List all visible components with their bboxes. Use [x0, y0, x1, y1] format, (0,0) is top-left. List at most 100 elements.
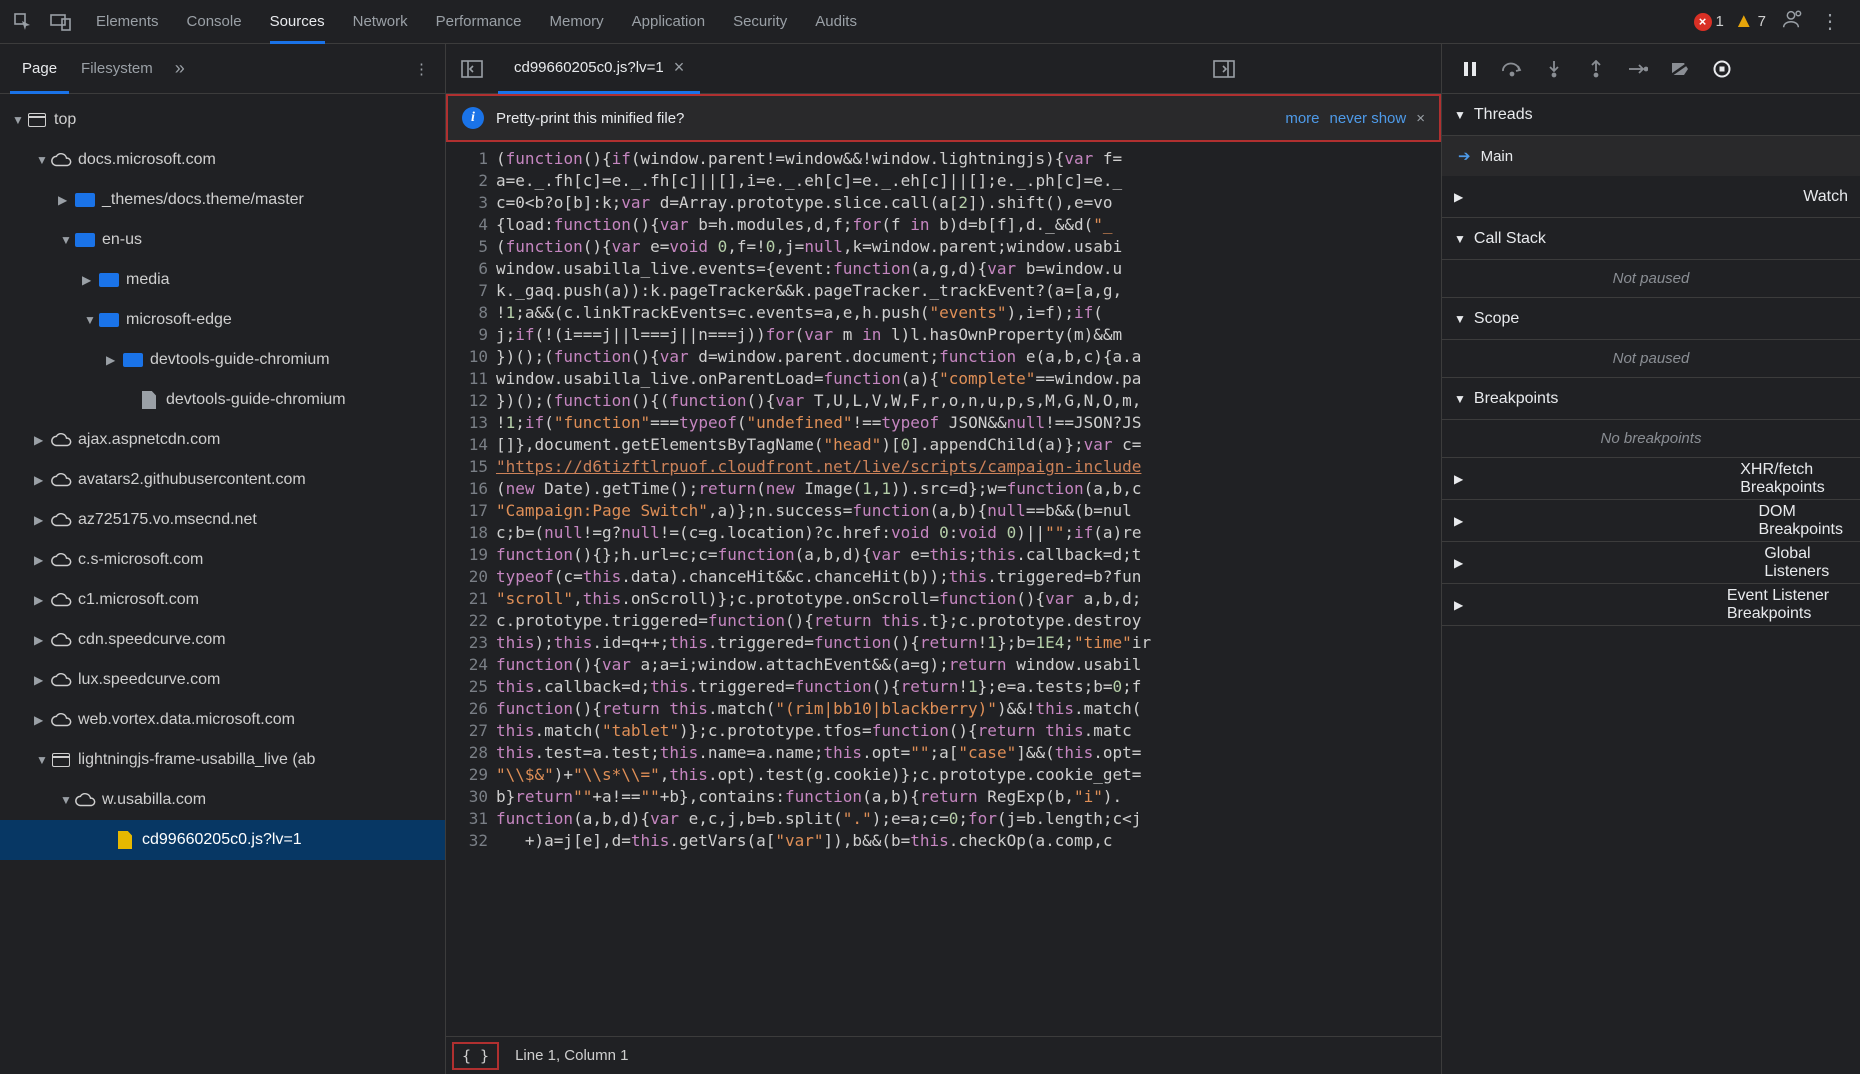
tree-item-label: devtools-guide-chromium — [166, 391, 346, 409]
expand-arrow-icon[interactable] — [34, 593, 50, 607]
section-global-label: Global Listeners — [1764, 545, 1848, 581]
expand-arrow-icon[interactable] — [58, 793, 74, 807]
toggle-debugger-icon[interactable] — [1015, 51, 1433, 87]
expand-arrow-icon[interactable] — [106, 353, 122, 367]
tree-item-label: cd99660205c0.js?lv=1 — [142, 831, 302, 849]
tab-security[interactable]: Security — [733, 0, 787, 44]
more-tabs-icon[interactable]: » — [165, 58, 195, 79]
expand-arrow-icon[interactable] — [58, 233, 74, 247]
tab-application[interactable]: Application — [632, 0, 705, 44]
tree-item[interactable]: media — [0, 260, 445, 300]
expand-arrow-icon[interactable] — [34, 633, 50, 647]
deactivate-breakpoints-icon[interactable] — [1666, 55, 1694, 83]
navigator-panel: Page Filesystem » ⋮ topdocs.microsoft.co… — [0, 44, 446, 1074]
tree-item[interactable]: lux.speedcurve.com — [0, 660, 445, 700]
file-tree: topdocs.microsoft.com _themes/docs.theme/… — [0, 94, 445, 1074]
tree-item-label: devtools-guide-chromium — [150, 351, 330, 369]
pretty-close-icon[interactable]: × — [1416, 110, 1425, 127]
section-breakpoints[interactable]: Breakpoints — [1442, 378, 1860, 420]
tab-console[interactable]: Console — [187, 0, 242, 44]
tree-item[interactable]: devtools-guide-chromium — [0, 380, 445, 420]
tree-item[interactable]: w.usabilla.com — [0, 780, 445, 820]
tab-performance[interactable]: Performance — [436, 0, 522, 44]
tree-item[interactable]: ajax.aspnetcdn.com — [0, 420, 445, 460]
left-tab-page[interactable]: Page — [10, 44, 69, 94]
expand-arrow-icon[interactable] — [34, 513, 50, 527]
tree-item[interactable]: web.vortex.data.microsoft.com — [0, 700, 445, 740]
section-watch[interactable]: Watch — [1442, 176, 1860, 218]
file-tab[interactable]: cd99660205c0.js?lv=1 × — [498, 44, 700, 94]
expand-arrow-icon[interactable] — [34, 473, 50, 487]
expand-arrow-icon[interactable] — [34, 713, 50, 727]
debugger-panel: Threads ➔ Main Watch Call Stack Not paus… — [1442, 44, 1860, 1074]
tree-item-label: en-us — [102, 231, 142, 249]
device-toggle-icon[interactable] — [46, 7, 76, 37]
expand-arrow-icon[interactable] — [34, 673, 50, 687]
expand-arrow-icon[interactable] — [34, 753, 50, 767]
tab-elements[interactable]: Elements — [96, 0, 159, 44]
section-scope-label: Scope — [1474, 310, 1519, 328]
section-threads[interactable]: Threads — [1442, 94, 1860, 136]
inspect-element-icon[interactable] — [8, 7, 38, 37]
tree-item[interactable]: microsoft-edge — [0, 300, 445, 340]
close-tab-icon[interactable]: × — [674, 57, 685, 78]
tree-item[interactable]: avatars2.githubusercontent.com — [0, 460, 445, 500]
tree-item[interactable]: c1.microsoft.com — [0, 580, 445, 620]
step-icon[interactable] — [1624, 55, 1652, 83]
navigator-more-icon[interactable]: ⋮ — [398, 60, 445, 78]
tree-item-label: az725175.vo.msecnd.net — [78, 511, 257, 529]
section-threads-label: Threads — [1474, 106, 1533, 124]
tab-audits[interactable]: Audits — [815, 0, 857, 44]
left-tab-filesystem[interactable]: Filesystem — [69, 44, 165, 94]
devtools-top-bar: Elements Console Sources Network Perform… — [0, 0, 1860, 44]
section-callstack[interactable]: Call Stack — [1442, 218, 1860, 260]
section-scope[interactable]: Scope — [1442, 298, 1860, 340]
warning-count-badge[interactable]: ▲ 7 — [1734, 10, 1766, 33]
format-button[interactable]: { } — [452, 1042, 499, 1070]
expand-arrow-icon[interactable] — [82, 273, 98, 287]
tab-memory[interactable]: Memory — [550, 0, 604, 44]
section-xhr-breakpoints[interactable]: XHR/fetch Breakpoints — [1442, 458, 1860, 500]
error-count-badge[interactable]: × 1 — [1694, 13, 1724, 31]
tree-item[interactable]: en-us — [0, 220, 445, 260]
pretty-more-link[interactable]: more — [1285, 110, 1319, 127]
code-editor[interactable]: 1234567891011121314151617181920212223242… — [446, 142, 1441, 1036]
tree-item-label: _themes/docs.theme/master — [102, 191, 304, 209]
pretty-never-show-link[interactable]: never show — [1330, 110, 1407, 127]
step-out-icon[interactable] — [1582, 55, 1610, 83]
tree-item[interactable]: az725175.vo.msecnd.net — [0, 500, 445, 540]
toggle-navigator-icon[interactable] — [454, 51, 490, 87]
pause-icon[interactable] — [1456, 55, 1484, 83]
tree-item[interactable]: lightningjs-frame-usabilla_live (ab — [0, 740, 445, 780]
info-icon: i — [462, 107, 484, 129]
settings-icon[interactable] — [1776, 4, 1806, 40]
step-over-icon[interactable] — [1498, 55, 1526, 83]
expand-arrow-icon[interactable] — [82, 313, 98, 327]
tree-item[interactable]: cd99660205c0.js?lv=1 — [0, 820, 445, 860]
expand-arrow-icon[interactable] — [10, 113, 26, 127]
section-dom-breakpoints[interactable]: DOM Breakpoints — [1442, 500, 1860, 542]
tree-item[interactable]: top — [0, 100, 445, 140]
tree-item-label: avatars2.githubusercontent.com — [78, 471, 306, 489]
tree-item[interactable]: c.s-microsoft.com — [0, 540, 445, 580]
tab-sources[interactable]: Sources — [270, 0, 325, 44]
tree-item[interactable]: devtools-guide-chromium — [0, 340, 445, 380]
tree-item[interactable]: docs.microsoft.com — [0, 140, 445, 180]
tree-item-label: w.usabilla.com — [102, 791, 206, 809]
tree-item[interactable]: _themes/docs.theme/master — [0, 180, 445, 220]
step-into-icon[interactable] — [1540, 55, 1568, 83]
section-event-listener-breakpoints[interactable]: Event Listener Breakpoints — [1442, 584, 1860, 626]
section-xhr-label: XHR/fetch Breakpoints — [1740, 461, 1848, 497]
status-bar: { } Line 1, Column 1 — [446, 1036, 1441, 1074]
expand-arrow-icon[interactable] — [34, 553, 50, 567]
tree-item[interactable]: cdn.speedcurve.com — [0, 620, 445, 660]
expand-arrow-icon[interactable] — [58, 193, 74, 207]
expand-arrow-icon[interactable] — [34, 153, 50, 167]
thread-main[interactable]: ➔ Main — [1442, 136, 1860, 176]
tree-item-label: microsoft-edge — [126, 311, 232, 329]
section-global-listeners[interactable]: Global Listeners — [1442, 542, 1860, 584]
more-icon[interactable]: ⋮ — [1816, 5, 1844, 38]
pause-on-exceptions-icon[interactable] — [1708, 55, 1736, 83]
expand-arrow-icon[interactable] — [34, 433, 50, 447]
tab-network[interactable]: Network — [353, 0, 408, 44]
